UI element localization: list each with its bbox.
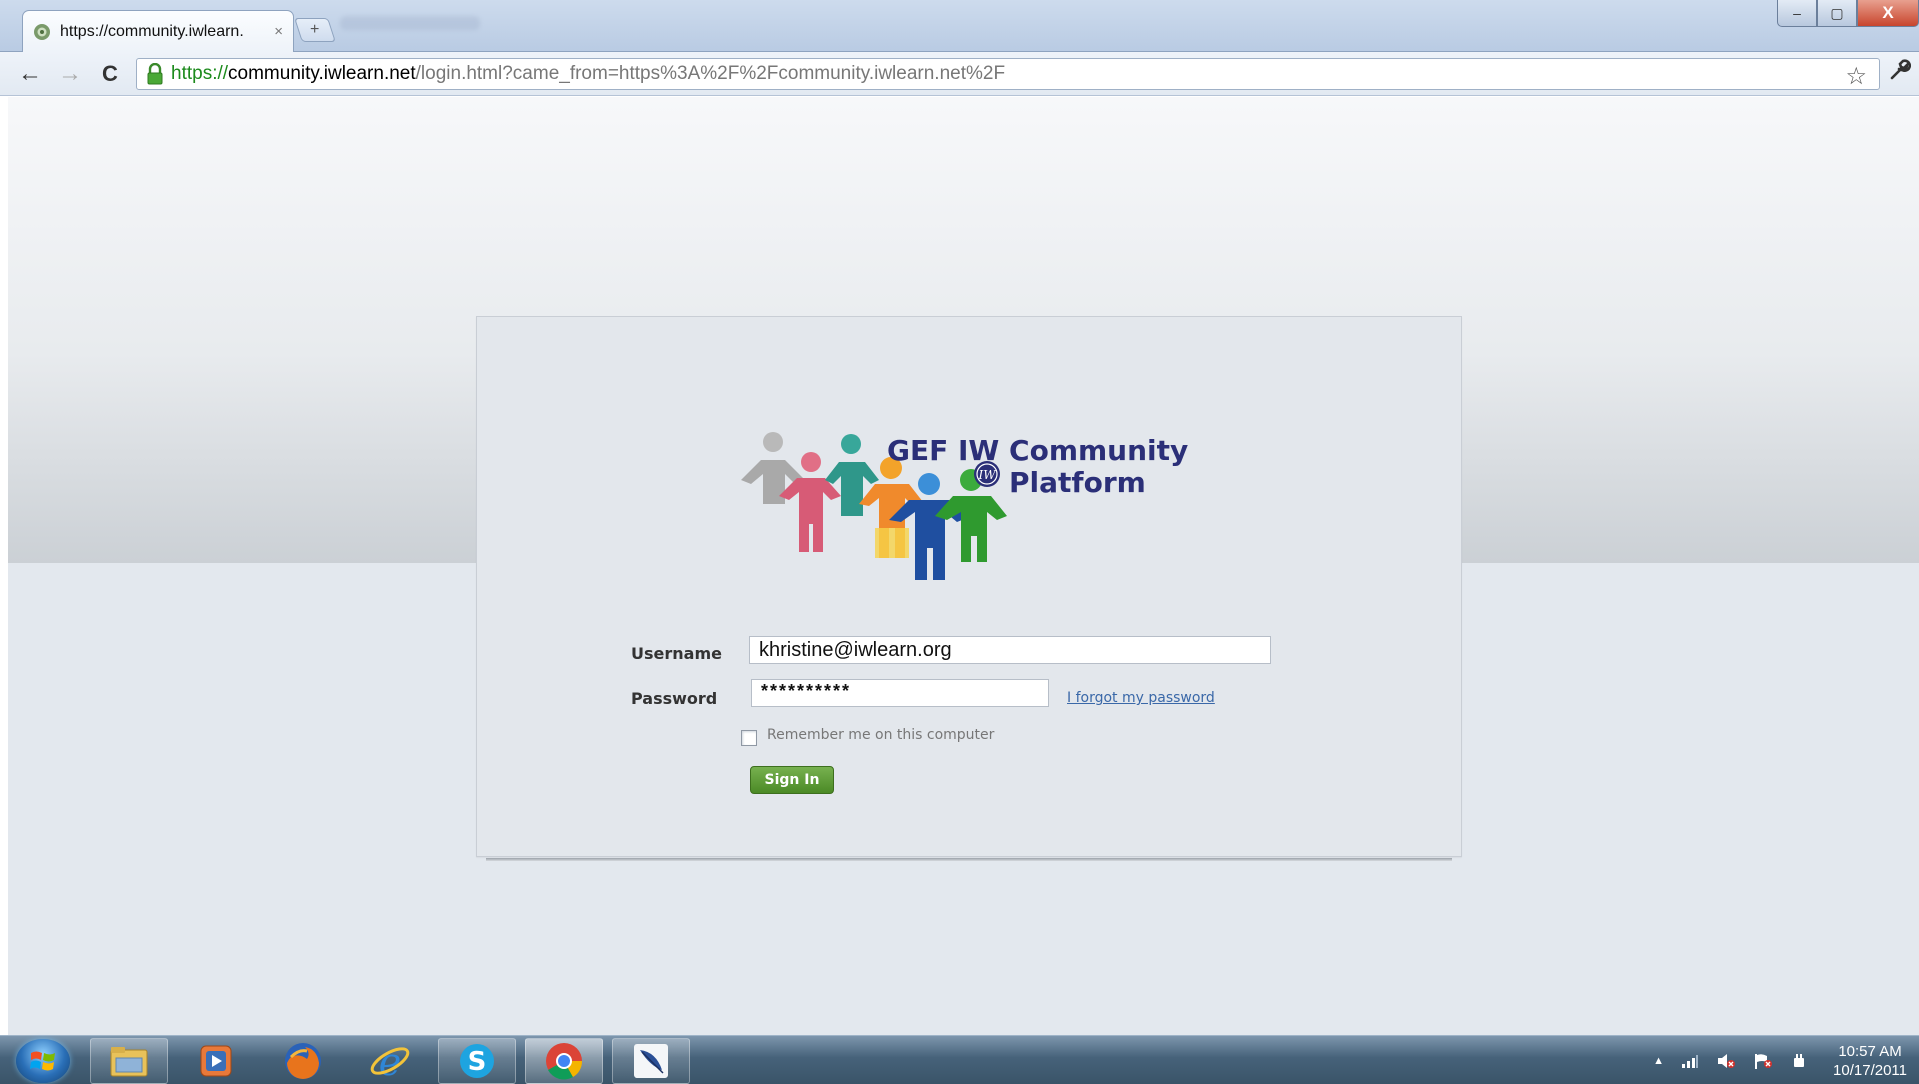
feather-app-taskbar-button[interactable] <box>612 1038 690 1084</box>
plus-icon: + <box>310 21 320 38</box>
site-favicon-icon <box>33 23 51 41</box>
logo-title-line2: Platform <box>1009 466 1146 499</box>
chrome-icon <box>546 1043 583 1080</box>
browser-titlebar: https://community.iwlearn. × + – ▢ X <box>0 0 1919 52</box>
forgot-password-link[interactable]: I forgot my password <box>1067 690 1215 706</box>
system-tray: ▲ 10:57 AM 10/17/2011 <box>1653 1036 1907 1084</box>
card-shadow <box>486 858 1452 861</box>
wrench-icon[interactable] <box>1889 59 1912 87</box>
browser-tab[interactable]: https://community.iwlearn. × <box>22 10 294 52</box>
sign-in-button[interactable]: Sign In <box>750 766 834 794</box>
internet-explorer-icon: e <box>370 1040 410 1083</box>
maximize-button[interactable]: ▢ <box>1817 0 1857 27</box>
skype-taskbar-button[interactable]: S <box>438 1038 516 1084</box>
address-bar[interactable]: https:// community.iwlearn.net /login.ht… <box>136 58 1880 90</box>
page-content: IW GEF IW Community Platform Username kh… <box>8 97 1919 1035</box>
url-path: /login.html?came_from=https%3A%2F%2Fcomm… <box>415 63 1006 84</box>
url-host: community.iwlearn.net <box>228 63 416 84</box>
logo-title-line1: GEF IW Community <box>887 434 1189 467</box>
firefox-taskbar-button[interactable] <box>264 1038 342 1084</box>
network-signal-icon[interactable] <box>1681 1054 1699 1068</box>
username-label: Username <box>631 644 722 663</box>
svg-text:e: e <box>379 1040 402 1083</box>
username-field[interactable]: khristine@iwlearn.org <box>749 636 1271 664</box>
media-player-icon <box>200 1045 232 1077</box>
power-plug-icon[interactable] <box>1790 1052 1808 1070</box>
windows-taskbar: e S ▲ 10:57 AM 10/17/2011 <box>0 1035 1919 1084</box>
taskbar-clock[interactable]: 10:57 AM 10/17/2011 <box>1833 1042 1907 1080</box>
tab-title: https://community.iwlearn. <box>60 22 244 40</box>
password-label: Password <box>631 689 718 708</box>
username-value: khristine@iwlearn.org <box>759 638 952 661</box>
login-card: IW GEF IW Community Platform Username kh… <box>476 316 1462 857</box>
reload-button[interactable]: C <box>96 60 124 88</box>
feather-icon <box>634 1044 668 1078</box>
folder-icon <box>110 1047 148 1077</box>
back-button[interactable]: ← <box>16 60 44 88</box>
forward-button[interactable]: → <box>56 60 84 88</box>
clock-time: 10:57 AM <box>1838 1042 1902 1060</box>
chrome-taskbar-button[interactable] <box>525 1038 603 1084</box>
media-player-taskbar-button[interactable] <box>177 1038 255 1084</box>
password-field[interactable]: ********** <box>751 679 1049 707</box>
browser-toolbar: ← → C https:// community.iwlearn.net /lo… <box>0 52 1919 96</box>
lock-icon <box>145 63 165 85</box>
minimize-button[interactable]: – <box>1777 0 1817 27</box>
tab-close-icon[interactable]: × <box>274 23 283 40</box>
remember-me-checkbox[interactable] <box>741 730 757 746</box>
clock-date: 10/17/2011 <box>1833 1061 1907 1079</box>
show-hidden-icons-icon[interactable]: ▲ <box>1653 1055 1664 1067</box>
svg-text:S: S <box>468 1047 487 1077</box>
skype-icon: S <box>460 1044 494 1078</box>
new-tab-button[interactable]: + <box>294 18 336 42</box>
explorer-taskbar-button[interactable] <box>90 1038 168 1084</box>
internet-explorer-taskbar-button[interactable]: e <box>351 1038 429 1084</box>
volume-muted-icon[interactable] <box>1716 1052 1736 1070</box>
remember-me-label: Remember me on this computer <box>767 727 995 743</box>
start-button[interactable] <box>16 1039 70 1083</box>
url-scheme: https:// <box>171 63 229 84</box>
star-icon[interactable]: ☆ <box>1845 62 1867 91</box>
logo-badge-text: IW <box>977 468 997 482</box>
action-center-flag-icon[interactable] <box>1753 1052 1773 1070</box>
windows-logo-icon <box>30 1051 55 1071</box>
gef-iw-logo: IW GEF IW Community Platform <box>739 432 1219 582</box>
firefox-icon <box>285 1043 321 1079</box>
close-window-button[interactable]: X <box>1857 0 1919 27</box>
ghost-tab <box>340 16 480 30</box>
window-controls: – ▢ X <box>1777 0 1919 27</box>
password-value: ********** <box>761 681 852 701</box>
